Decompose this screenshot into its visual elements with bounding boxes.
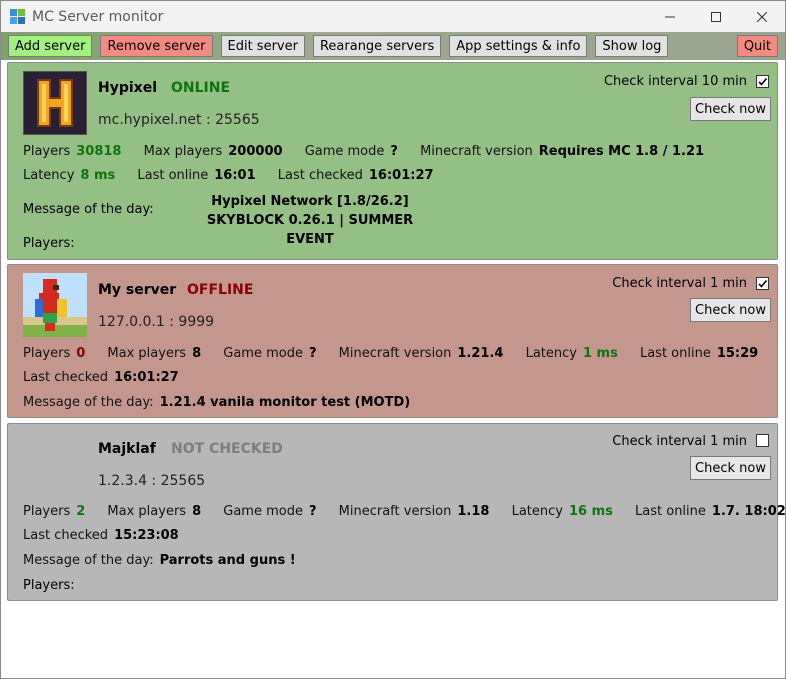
quit-button[interactable]: Quit (736, 35, 778, 57)
minimize-button[interactable] (647, 1, 693, 32)
motd-text: Parrots and guns ! (159, 553, 296, 568)
motd-text: 1.21.4 vanila monitor test (MOTD) (159, 395, 411, 410)
add-server-button[interactable]: Add server (8, 35, 93, 57)
mc-version-value: Requires MC 1.8 / 1.21 (538, 144, 705, 159)
checkmark-icon (758, 279, 768, 288)
show-log-button[interactable]: Show log (595, 35, 669, 57)
close-icon (757, 11, 767, 22)
game-mode-value: ? (308, 346, 317, 361)
check-now-button[interactable]: Check now (690, 456, 771, 480)
minimize-icon (665, 16, 675, 17)
stats-row-2: Latency 8 ms Last online 16:01 Last checke… (23, 168, 434, 183)
server-name: My server (98, 282, 177, 298)
check-interval-label: Check interval 10 min (603, 74, 747, 89)
close-button[interactable] (739, 1, 785, 32)
stats-row-1: Players 0 Max players 8 Game mode? Minecra… (23, 346, 759, 361)
stats-row-1: Players 30818 Max players 200000 Game mode… (23, 144, 705, 159)
checkmark-icon (758, 77, 768, 86)
maximize-button[interactable] (693, 1, 739, 32)
check-interval-label: Check interval 1 min (612, 276, 747, 291)
server-address: 127.0.0.1 : 9999 (98, 314, 215, 330)
stats-row-1: Players 2 Max players 8 Game mode? Minecra… (23, 504, 786, 519)
server-status: NOT CHECKED (171, 441, 283, 457)
server-card-majklaf[interactable]: Majklaf NOT CHECKED 1.2.3.4 : 25565 Chec… (7, 423, 785, 601)
game-mode-value: ? (308, 504, 317, 519)
players-value: 2 (76, 504, 86, 519)
players-list-label: Players: (23, 236, 75, 251)
server-address: 1.2.3.4 : 25565 (98, 473, 206, 489)
last-checked-value: 16:01:27 (114, 370, 179, 385)
parrot-icon (23, 273, 87, 337)
server-name: Hypixel (98, 80, 157, 96)
app-settings-button[interactable]: App settings & info (449, 35, 588, 57)
check-now-button[interactable]: Check now (690, 97, 771, 121)
max-players-value: 200000 (228, 144, 283, 159)
max-players-value: 8 (192, 346, 202, 361)
edit-server-button[interactable]: Edit server (220, 35, 305, 57)
rearrange-servers-button[interactable]: Rearange servers (312, 35, 442, 57)
check-now-button[interactable]: Check now (690, 298, 771, 322)
last-online-value: 15:29 (716, 346, 759, 361)
players-value: 30818 (76, 144, 122, 159)
window-title: MC Server monitor (32, 8, 164, 25)
motd-label: Message of the day: (23, 202, 154, 217)
server-card-hypixel[interactable]: Hypixel ONLINE mc.hypixel.net : 25565 Ch… (7, 62, 778, 260)
last-online-value: 1.7. 18:02 (711, 504, 786, 519)
motd-label: Message of the day: (23, 395, 154, 410)
hypixel-logo-icon (23, 71, 87, 135)
title-bar: MC Server monitor (1, 1, 785, 32)
latency-value: 1 ms (582, 346, 618, 361)
mc-version-value: 1.18 (457, 504, 490, 519)
last-online-value: 16:01 (214, 168, 256, 183)
motd-row: Message of the day: 1.21.4 vanila monitor… (23, 395, 428, 410)
app-logo-icon (10, 8, 26, 25)
mc-version-value: 1.21.4 (457, 346, 504, 361)
players-value: 0 (76, 346, 86, 361)
max-players-value: 8 (192, 504, 202, 519)
motd-label: Message of the day: (23, 553, 154, 568)
check-interval-label: Check interval 1 min (612, 434, 747, 449)
app-window: MC Server monitor Add server Remove serv… (0, 0, 786, 679)
last-checked-value: 15:23:08 (114, 528, 179, 543)
stats-row-2: Last checked 15:23:08 (23, 528, 179, 543)
toolbar: Add server Remove server Edit server Rea… (1, 32, 785, 60)
players-list-label: Players: (23, 578, 75, 593)
auto-check-checkbox[interactable] (756, 434, 769, 447)
server-status: ONLINE (171, 80, 231, 96)
auto-check-checkbox[interactable] (756, 277, 769, 290)
game-mode-value: ? (390, 144, 398, 159)
server-name: Majklaf (98, 441, 156, 457)
server-address: mc.hypixel.net : 25565 (98, 112, 260, 128)
motd-text: Hypixel Network [1.8/26.2] SKYBLOCK 0.26… (206, 194, 414, 247)
maximize-icon (711, 11, 721, 22)
server-card-my-server[interactable]: My server OFFLINE 127.0.0.1 : 9999 Check… (7, 264, 778, 418)
last-checked-value: 16:01:27 (368, 168, 434, 183)
auto-check-checkbox[interactable] (756, 75, 769, 88)
latency-value: 16 ms (568, 504, 613, 519)
motd-row: Message of the day: Parrots and guns ! (23, 553, 314, 568)
server-status: OFFLINE (187, 282, 254, 298)
latency-value: 8 ms (80, 168, 116, 183)
remove-server-button[interactable]: Remove server (100, 35, 213, 57)
stats-row-2: Last checked 16:01:27 (23, 370, 179, 385)
